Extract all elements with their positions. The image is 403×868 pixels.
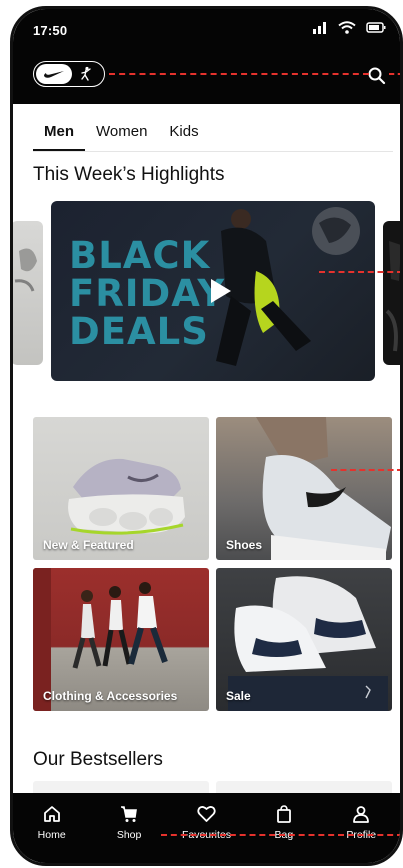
tab-women[interactable]: Women [85, 117, 158, 151]
cart-icon [121, 806, 138, 822]
hero-line-1: BLACK [69, 234, 211, 277]
category-label: Shoes [226, 538, 263, 552]
wifi-icon [338, 21, 356, 34]
home-icon [43, 806, 60, 822]
battery-icon [366, 22, 386, 33]
annotation-dash [109, 73, 369, 75]
nav-home-label: Home [37, 829, 66, 841]
carousel-card-prev[interactable] [13, 221, 43, 365]
carousel-card-next[interactable] [383, 221, 400, 365]
status-time: 17:50 [33, 23, 68, 38]
status-icons [312, 21, 386, 34]
annotation-dash [389, 73, 400, 75]
highlights-title: This Week’s Highlights [33, 164, 225, 185]
phone-frame: 17:50 Men Women Kids This Week’s Highlig… [10, 6, 403, 866]
gender-tabs: Men Women Kids [33, 117, 393, 152]
category-new-featured[interactable]: New & Featured [33, 417, 209, 560]
category-label: Sale [226, 689, 251, 703]
play-icon[interactable] [201, 273, 237, 309]
annotation-dash [161, 834, 400, 836]
annotation-dash [319, 271, 400, 273]
heart-icon [197, 806, 216, 822]
brand-toggle[interactable] [33, 61, 105, 87]
category-shoes[interactable]: Shoes [216, 417, 392, 560]
nav-home[interactable]: Home [17, 805, 87, 863]
nike-swoosh-icon [36, 64, 72, 84]
category-clothing-accessories[interactable]: Clothing & Accessories [33, 568, 209, 711]
nav-shop[interactable]: Shop [94, 805, 164, 863]
signal-icon [313, 21, 326, 34]
jordan-jumpman-icon [72, 66, 100, 82]
top-bar: 17:50 [13, 9, 400, 104]
bestsellers-title: Our Bestsellers [33, 749, 163, 770]
search-icon[interactable] [366, 65, 388, 87]
nav-shop-label: Shop [116, 829, 142, 841]
category-sale[interactable]: Sale [216, 568, 392, 711]
category-label: New & Featured [43, 538, 134, 552]
hero-video-card[interactable]: BLACK FRIDAY DEALS [51, 201, 375, 381]
bottom-nav: Home Shop Favourites Bag Profile [13, 793, 400, 863]
tab-men[interactable]: Men [33, 117, 85, 151]
annotation-dash [331, 469, 400, 471]
bag-icon [276, 805, 291, 823]
category-label: Clothing & Accessories [43, 689, 178, 703]
tab-kids[interactable]: Kids [158, 117, 209, 151]
hero-line-3: DEALS [69, 310, 209, 353]
profile-icon [353, 806, 370, 823]
